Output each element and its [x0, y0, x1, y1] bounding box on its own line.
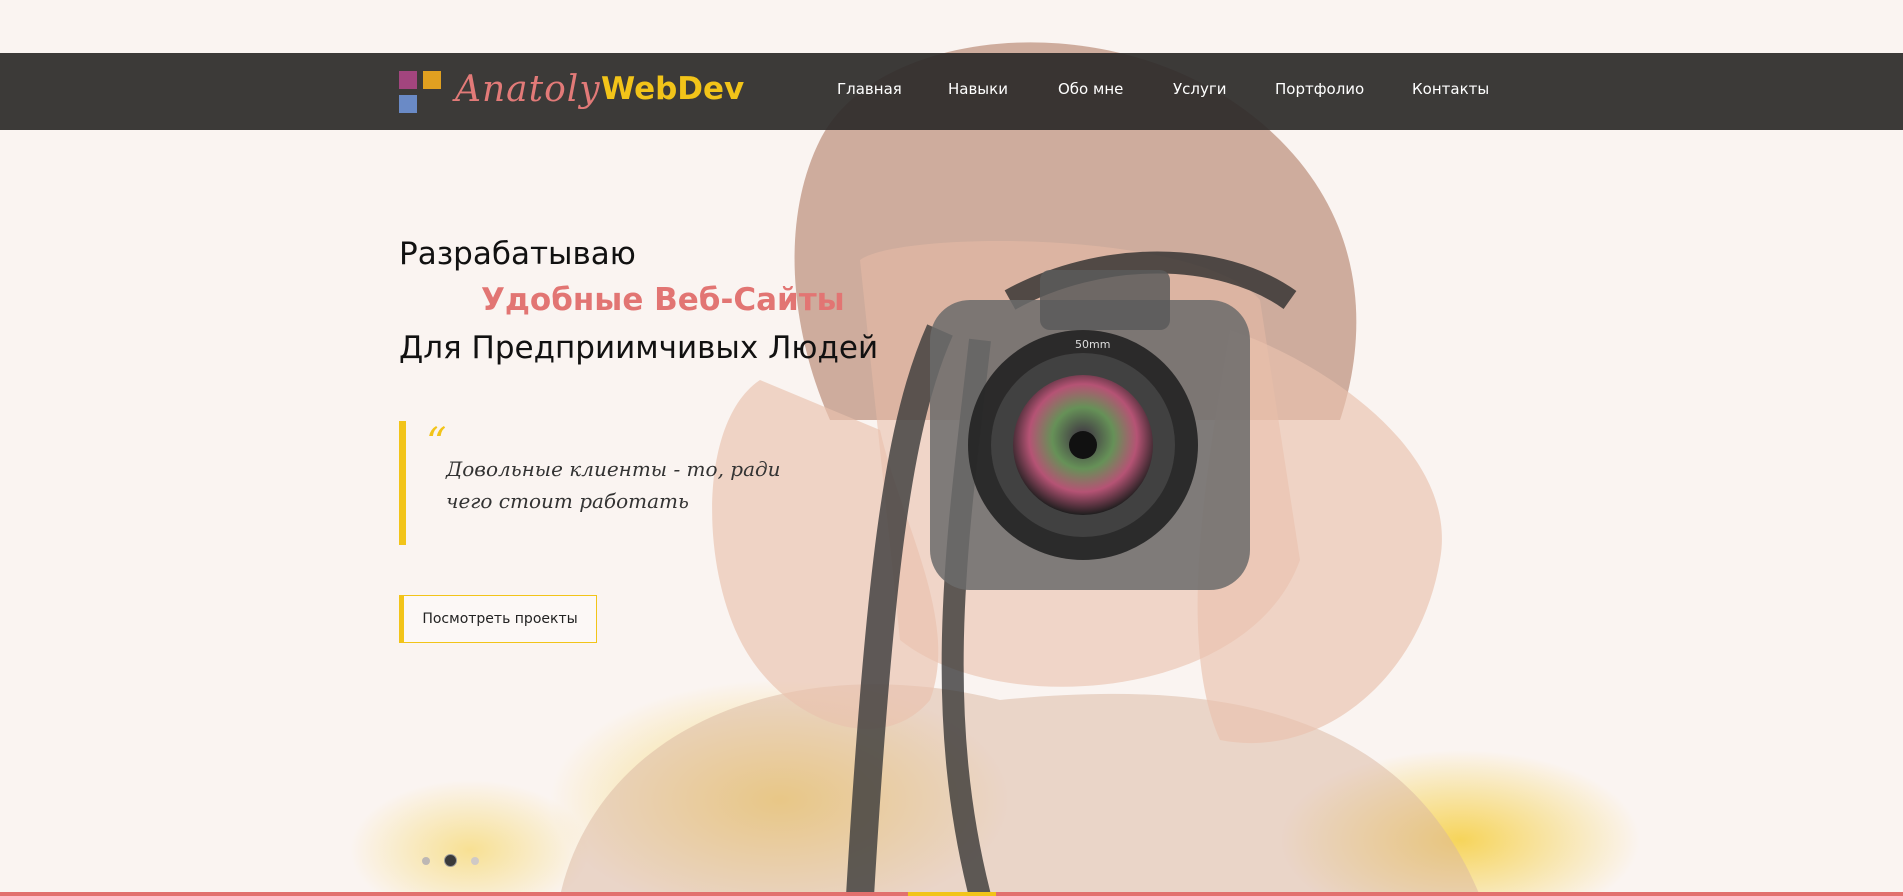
view-projects-button[interactable]: Посмотреть проекты [399, 595, 597, 643]
nav-item-portfolio[interactable]: Портфолио [1275, 80, 1364, 98]
hero-background-image: 50mm [0, 0, 1903, 896]
nav-item-services[interactable]: Услуги [1173, 80, 1226, 98]
quote-mark-icon: “ [426, 420, 447, 466]
logo-name: Anatoly [455, 69, 601, 110]
slider-dot-1[interactable] [422, 857, 430, 865]
slider-dot-2-active[interactable] [444, 854, 457, 867]
nav-item-contacts[interactable]: Контакты [1412, 80, 1489, 98]
nav-item-about[interactable]: Обо мне [1058, 80, 1123, 98]
nav-item-home[interactable]: Главная [837, 80, 902, 98]
site-logo[interactable]: Anatoly WebDev [399, 69, 744, 115]
logo-squares-icon [399, 71, 443, 115]
logo-brand: WebDev [601, 71, 745, 107]
slider-dots [422, 854, 482, 868]
headline-accent: Удобные Веб-Сайты [481, 282, 845, 318]
slider-dot-3[interactable] [471, 857, 479, 865]
headline-line-3: Для Предприимчивых Людей [399, 330, 879, 366]
svg-text:50mm: 50mm [1075, 338, 1110, 351]
quote-text: Довольные клиенты - то, ради чего стоит … [446, 457, 781, 513]
hero-quote: “ Довольные клиенты - то, ради чего стои… [399, 421, 836, 545]
headline-line-1: Разрабатываю [399, 236, 636, 272]
top-navbar: Anatoly WebDev Главная Навыки Обо мне Ус… [0, 53, 1903, 130]
nav-item-skills[interactable]: Навыки [948, 80, 1008, 98]
slider-progress-active [908, 892, 996, 896]
